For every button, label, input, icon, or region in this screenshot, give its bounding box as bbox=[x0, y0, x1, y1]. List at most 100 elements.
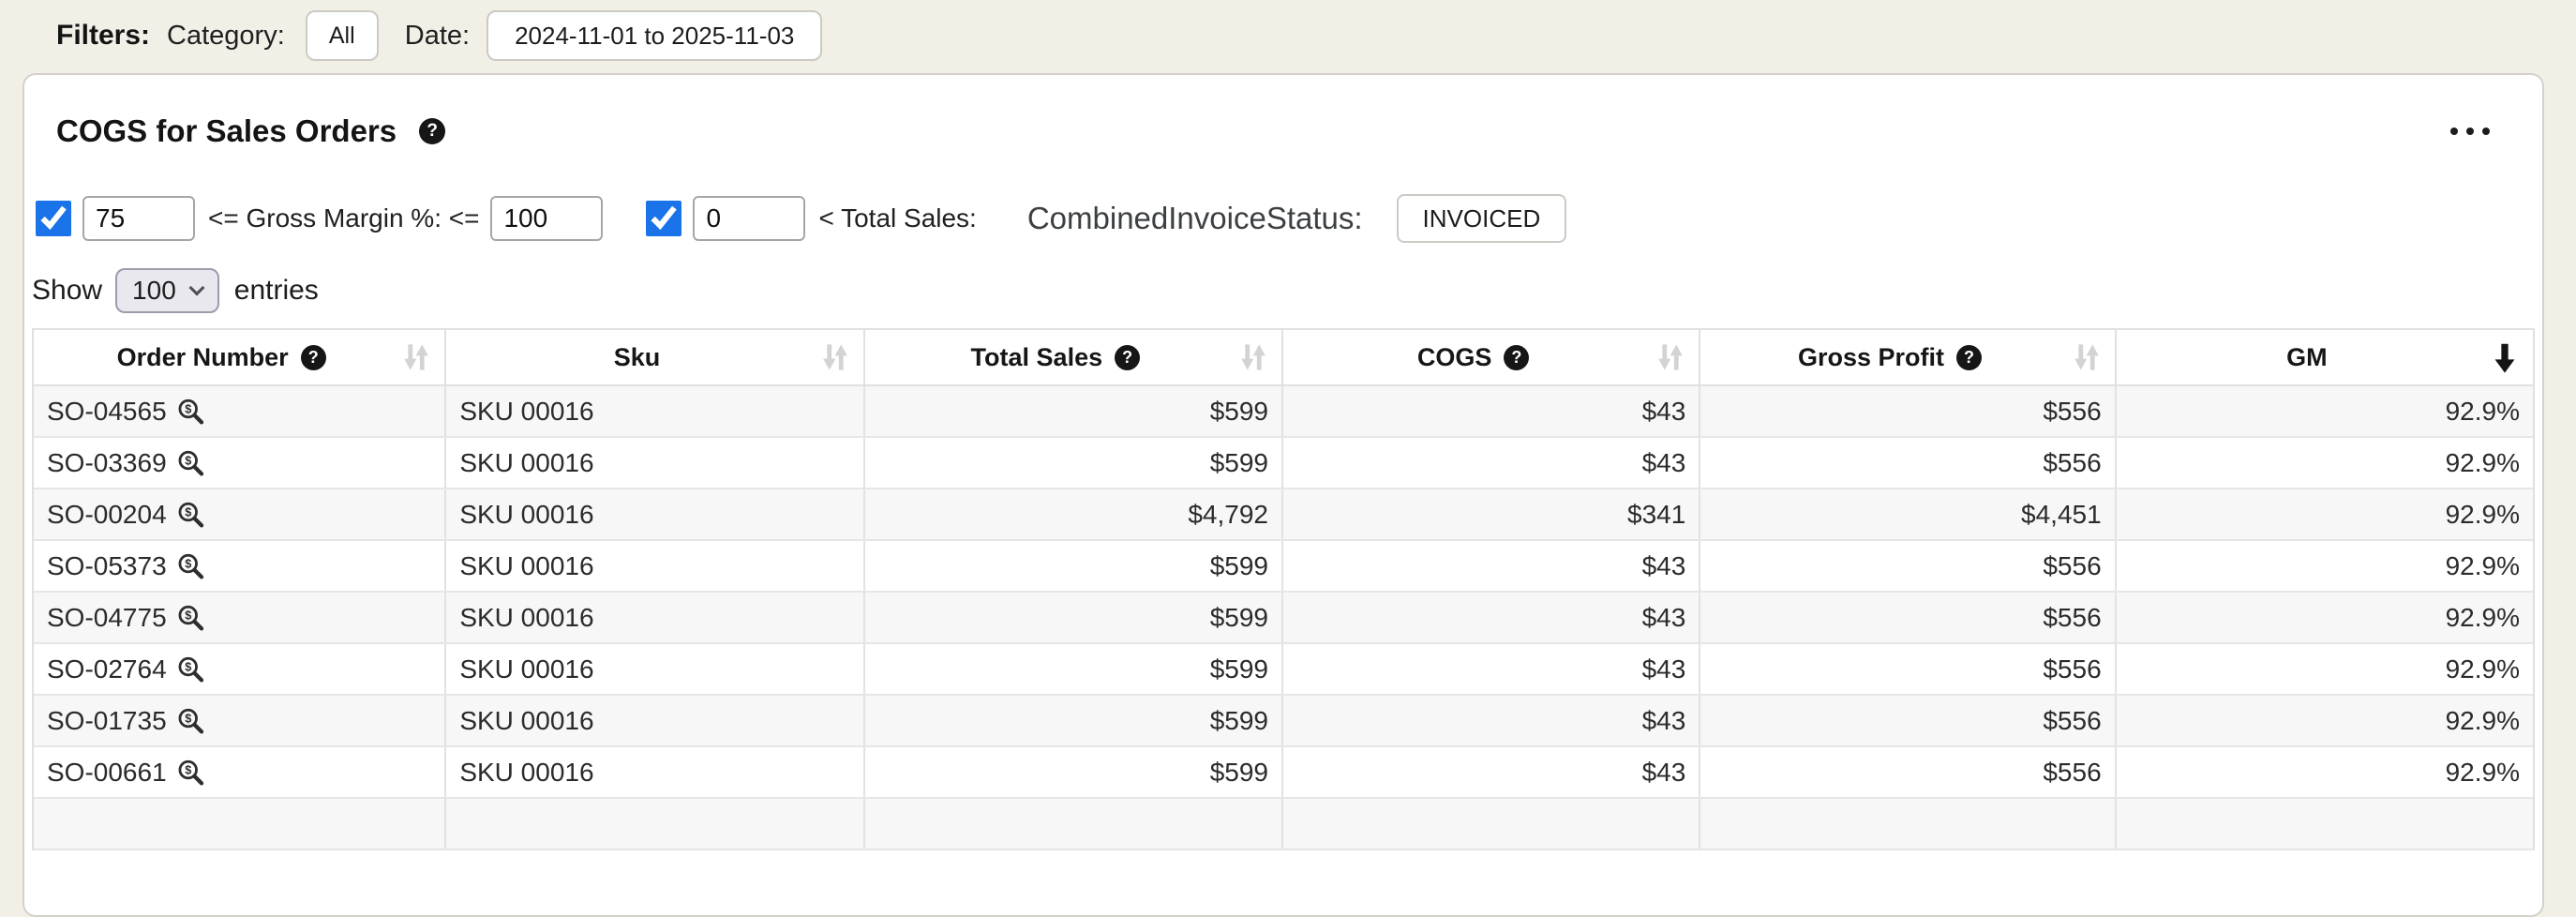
invoice-status-label: CombinedInvoiceStatus: bbox=[1027, 201, 1363, 236]
money-lookup-icon[interactable]: $ bbox=[175, 654, 205, 684]
cell-value: $556 bbox=[2043, 551, 2101, 581]
table-row: SO-00204$SKU 00016$4,792$341$4,45192.9% bbox=[34, 489, 2533, 541]
cell-value: SO-04565 bbox=[47, 397, 167, 427]
cell-value: $43 bbox=[1642, 758, 1686, 788]
cell-value: $43 bbox=[1642, 654, 1686, 684]
gm-min-checkbox[interactable] bbox=[36, 201, 71, 236]
svg-text:$: $ bbox=[185, 557, 191, 570]
sort-toggle-icon[interactable] bbox=[1238, 340, 1268, 374]
cell-gm: 92.9% bbox=[2117, 489, 2533, 539]
column-header-label: GM bbox=[2286, 343, 2328, 372]
date-range-button[interactable]: 2024-11-01 to 2025-11-03 bbox=[487, 10, 822, 61]
column-header-gm[interactable]: GM bbox=[2117, 330, 2533, 384]
card-menu-button[interactable] bbox=[2445, 118, 2495, 144]
cell-value: SKU 00016 bbox=[459, 448, 593, 478]
cell-empty bbox=[2117, 799, 2533, 849]
invoice-status-button[interactable]: INVOICED bbox=[1397, 194, 1567, 243]
category-label: Category: bbox=[167, 21, 285, 52]
money-lookup-icon[interactable]: $ bbox=[175, 500, 205, 530]
column-header-total-sales[interactable]: Total Sales? bbox=[865, 330, 1283, 384]
category-filter-button[interactable]: All bbox=[306, 10, 379, 61]
cell-order-number: SO-04565 $ bbox=[34, 386, 446, 436]
cell-value: 92.9% bbox=[2446, 758, 2520, 788]
cell-value: $43 bbox=[1642, 551, 1686, 581]
sort-toggle-icon[interactable] bbox=[1655, 340, 1685, 374]
column-header-label: COGS bbox=[1417, 343, 1492, 372]
cell-value: $43 bbox=[1642, 448, 1686, 478]
money-lookup-icon[interactable]: $ bbox=[175, 551, 205, 581]
svg-text:$: $ bbox=[185, 712, 191, 725]
cell-value: SO-01735 bbox=[47, 706, 167, 736]
cell-value: 92.9% bbox=[2446, 448, 2520, 478]
money-lookup-icon[interactable]: $ bbox=[175, 706, 205, 736]
page-size-select[interactable]: 100 bbox=[115, 268, 219, 313]
cell-value: $556 bbox=[2043, 397, 2101, 427]
help-icon[interactable]: ? bbox=[1115, 345, 1140, 370]
table-row: SO-01735$SKU 00016$599$43$55692.9% bbox=[34, 696, 2533, 747]
table-row: SO-03369$SKU 00016$599$43$55692.9% bbox=[34, 438, 2533, 489]
table-row-partial bbox=[34, 799, 2533, 850]
cell-value: $4,792 bbox=[1188, 500, 1268, 530]
cell-value: SO-00204 bbox=[47, 500, 167, 530]
cell-cogs: $43 bbox=[1283, 593, 1700, 642]
money-lookup-icon[interactable]: $ bbox=[175, 397, 205, 427]
cell-sku: SKU 00016 bbox=[446, 386, 864, 436]
ellipsis-dot bbox=[2466, 128, 2474, 135]
cell-sku: SKU 00016 bbox=[446, 541, 864, 591]
sort-toggle-icon[interactable] bbox=[401, 340, 431, 374]
cell-value: $599 bbox=[1210, 551, 1268, 581]
cell-gm: 92.9% bbox=[2117, 747, 2533, 797]
cell-gross-profit: $556 bbox=[1700, 386, 2116, 436]
cell-value: $43 bbox=[1642, 706, 1686, 736]
cell-gross-profit: $4,451 bbox=[1700, 489, 2116, 539]
chevron-down-icon bbox=[188, 280, 204, 296]
cell-value: 92.9% bbox=[2446, 603, 2520, 633]
cell-order-number: SO-04775$ bbox=[34, 593, 446, 642]
sort-toggle-icon[interactable] bbox=[820, 340, 850, 374]
cell-value: 92.9% bbox=[2446, 551, 2520, 581]
table-header-row: Order Number?SkuTotal Sales?COGS?Gross P… bbox=[34, 330, 2533, 386]
column-header-label: Gross Profit bbox=[1798, 343, 1944, 372]
card-title: COGS for Sales Orders bbox=[56, 113, 397, 149]
money-lookup-icon[interactable]: $ bbox=[175, 448, 205, 478]
cell-total-sales: $599 bbox=[865, 541, 1283, 591]
help-icon[interactable]: ? bbox=[1504, 345, 1529, 370]
cell-value: $599 bbox=[1210, 758, 1268, 788]
cell-order-number: SO-00204 $ bbox=[34, 489, 446, 539]
gm-max-input[interactable] bbox=[490, 196, 603, 241]
column-header-order-number[interactable]: Order Number? bbox=[34, 330, 446, 384]
cell-value: SKU 00016 bbox=[459, 397, 593, 427]
cell-gross-profit: $556 bbox=[1700, 644, 2116, 694]
cell-value: SKU 00016 bbox=[459, 654, 593, 684]
cell-empty bbox=[1700, 799, 2116, 849]
sort-desc-icon[interactable] bbox=[2490, 339, 2520, 375]
table-row: SO-04775$SKU 00016$599$43$55692.9% bbox=[34, 593, 2533, 644]
cell-value: 92.9% bbox=[2446, 397, 2520, 427]
cell-sku: SKU 00016 bbox=[446, 696, 864, 745]
date-label: Date: bbox=[405, 21, 470, 52]
cell-value: $556 bbox=[2043, 758, 2101, 788]
gm-min-input[interactable] bbox=[82, 196, 195, 241]
help-icon[interactable]: ? bbox=[1956, 345, 1982, 370]
money-lookup-icon[interactable]: $ bbox=[175, 758, 205, 788]
column-header-cogs[interactable]: COGS? bbox=[1283, 330, 1700, 384]
cell-cogs: $43 bbox=[1283, 386, 1700, 436]
total-sales-label: < Total Sales: bbox=[818, 203, 976, 233]
column-header-gross-profit[interactable]: Gross Profit? bbox=[1700, 330, 2116, 384]
column-header-sku[interactable]: Sku bbox=[446, 330, 864, 384]
table-row: SO-04565$SKU 00016$599$43$55692.9% bbox=[34, 386, 2533, 438]
cell-value: $599 bbox=[1210, 654, 1268, 684]
help-icon[interactable]: ? bbox=[419, 118, 445, 144]
cell-gross-profit: $556 bbox=[1700, 696, 2116, 745]
cell-total-sales: $599 bbox=[865, 747, 1283, 797]
money-lookup-icon[interactable]: $ bbox=[175, 603, 205, 633]
svg-text:$: $ bbox=[185, 763, 191, 776]
cell-cogs: $43 bbox=[1283, 644, 1700, 694]
sort-toggle-icon[interactable] bbox=[2072, 340, 2102, 374]
cell-value: 92.9% bbox=[2446, 500, 2520, 530]
cell-order-number: SO-02764$ bbox=[34, 644, 446, 694]
sales-min-checkbox[interactable] bbox=[646, 201, 681, 236]
help-icon[interactable]: ? bbox=[301, 345, 326, 370]
sales-min-input[interactable] bbox=[693, 196, 805, 241]
cell-gross-profit: $556 bbox=[1700, 747, 2116, 797]
